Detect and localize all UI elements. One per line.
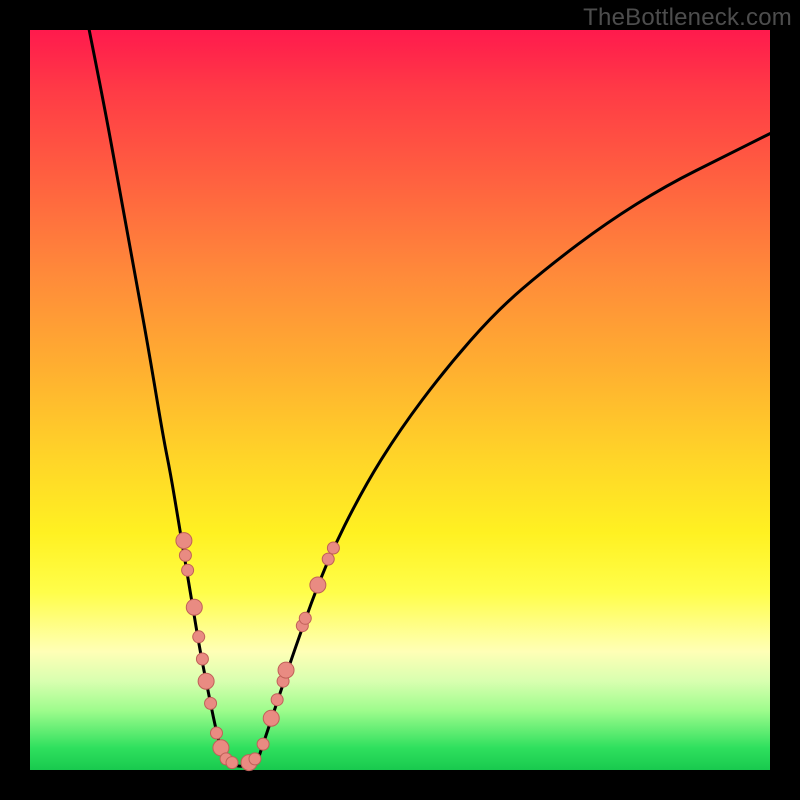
outer-frame: TheBottleneck.com	[0, 0, 800, 800]
highlight-dot	[176, 533, 192, 549]
highlight-dot	[186, 599, 202, 615]
highlight-dot	[198, 673, 214, 689]
curve-path	[89, 30, 770, 766]
curve-layer	[30, 30, 770, 770]
highlight-dot	[257, 738, 269, 750]
highlight-dot	[327, 542, 339, 554]
highlight-dot	[299, 612, 311, 624]
highlight-dot	[182, 564, 194, 576]
highlight-dot	[210, 727, 222, 739]
highlight-dot	[278, 662, 294, 678]
bottleneck-curve	[89, 30, 770, 766]
highlight-dot	[196, 653, 208, 665]
highlight-dot	[322, 553, 334, 565]
watermark-label: TheBottleneck.com	[583, 4, 792, 32]
highlight-dot	[193, 631, 205, 643]
highlight-dot	[179, 549, 191, 561]
highlight-dot	[249, 753, 261, 765]
highlight-dot	[310, 577, 326, 593]
highlight-dot	[226, 757, 238, 769]
highlight-dot	[271, 694, 283, 706]
highlight-dot	[263, 710, 279, 726]
highlight-dot	[205, 697, 217, 709]
plot-area	[30, 30, 770, 770]
